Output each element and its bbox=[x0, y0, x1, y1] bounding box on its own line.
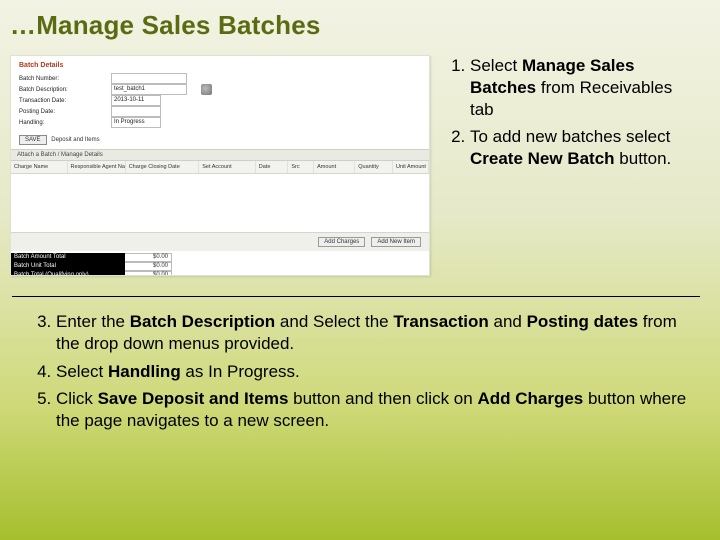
step-1: Select Manage Sales Batches from Receiva… bbox=[470, 55, 698, 120]
col-unit-amount: Unit Amount bbox=[393, 161, 429, 173]
col-closing-date: Charge Closing Date bbox=[126, 161, 200, 173]
summary-value: $0.00 bbox=[125, 262, 172, 271]
summary-value: $0.00 bbox=[125, 271, 172, 276]
col-qty: Quantity bbox=[355, 161, 393, 173]
step-3: Enter the Batch Description and Select t… bbox=[56, 311, 698, 355]
slide: …Manage Sales Batches Batch Details Batc… bbox=[0, 0, 720, 540]
panel-heading: Batch Details bbox=[19, 62, 421, 69]
trans-date-field[interactable]: 2013-10-11 bbox=[111, 95, 161, 106]
page-title: …Manage Sales Batches bbox=[10, 10, 702, 41]
col-charge-name: Charge Name bbox=[11, 161, 68, 173]
summary-value: $0.00 bbox=[125, 253, 172, 262]
batch-number-field[interactable] bbox=[111, 73, 187, 84]
col-src: Src bbox=[288, 161, 314, 173]
batch-number-label: Batch Number: bbox=[19, 76, 105, 82]
summary-label: Batch Total (Qualifying only) bbox=[11, 271, 125, 276]
posting-date-label: Posting Date: bbox=[19, 109, 105, 115]
speaker-icon[interactable] bbox=[201, 84, 212, 95]
divider bbox=[12, 296, 700, 297]
col-amount: Amount bbox=[314, 161, 355, 173]
add-new-item-button[interactable]: Add New Item bbox=[371, 237, 421, 247]
summary-label: Batch Amount Total bbox=[11, 253, 125, 262]
grid-body bbox=[11, 174, 429, 232]
trans-date-label: Transaction Date: bbox=[19, 98, 105, 104]
save-caption: Deposit and Items bbox=[51, 137, 99, 143]
add-charges-button[interactable]: Add Charges bbox=[318, 237, 365, 247]
grid-header: Charge Name Responsible Agent Name Charg… bbox=[11, 161, 429, 174]
batch-desc-label: Batch Description: bbox=[19, 87, 105, 93]
upper-row: Batch Details Batch Number: Batch Descri… bbox=[10, 55, 702, 276]
summary-row: Batch Unit Total $0.00 bbox=[11, 262, 429, 271]
col-date: Date bbox=[256, 161, 289, 173]
handling-field[interactable]: In Progress bbox=[111, 117, 161, 128]
grid-footer-buttons: Add Charges Add New Item bbox=[11, 232, 429, 251]
summary-label: Batch Unit Total bbox=[11, 262, 125, 271]
batch-desc-field[interactable]: test_batch1 bbox=[111, 84, 187, 95]
steps-right: Select Manage Sales Batches from Receiva… bbox=[442, 55, 702, 176]
posting-date-field[interactable] bbox=[111, 106, 161, 117]
step-4: Select Handling as In Progress. bbox=[56, 361, 698, 383]
section-bar: Attach a Batch / Manage Details bbox=[11, 149, 429, 161]
summary-row: Batch Amount Total $0.00 bbox=[11, 253, 429, 262]
step-5: Click Save Deposit and Items button and … bbox=[56, 388, 698, 432]
handling-label: Handling: bbox=[19, 120, 105, 126]
save-button[interactable]: SAVE bbox=[19, 135, 47, 145]
step-2: To add new batches select Create New Bat… bbox=[470, 126, 698, 170]
col-agent: Responsible Agent Name bbox=[68, 161, 126, 173]
col-account: Set Account bbox=[199, 161, 256, 173]
steps-lower: Enter the Batch Description and Select t… bbox=[10, 311, 702, 432]
summary-block: Batch Amount Total $0.00 Batch Unit Tota… bbox=[11, 251, 429, 276]
summary-row: Batch Total (Qualifying only) $0.00 bbox=[11, 271, 429, 276]
app-screenshot: Batch Details Batch Number: Batch Descri… bbox=[10, 55, 430, 276]
